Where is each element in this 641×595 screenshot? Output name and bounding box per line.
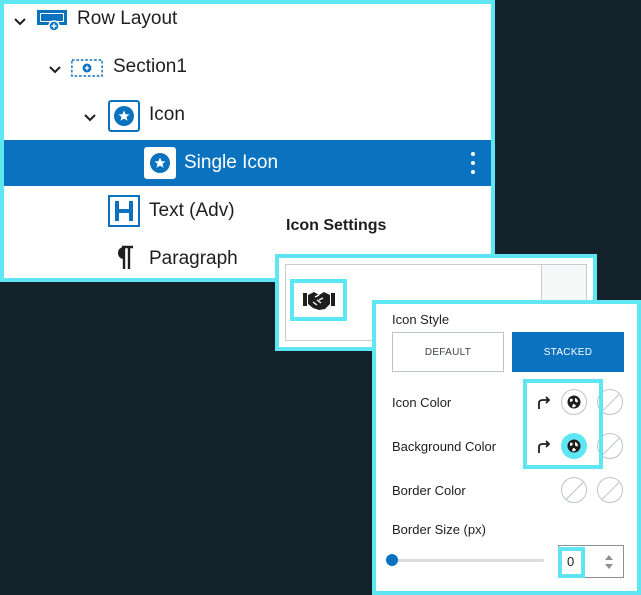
icon-style-label: Icon Style — [392, 312, 450, 327]
tree-item-label: Section1 — [113, 56, 187, 77]
chevron-down-icon[interactable] — [47, 61, 63, 77]
tree-item-label: Single Icon — [184, 152, 279, 173]
border-color-none-swatch[interactable] — [561, 477, 587, 503]
icon-color-label: Icon Color — [392, 395, 452, 410]
heading-icon — [108, 195, 140, 227]
color-controls-highlight — [523, 379, 603, 469]
tree-item-row-layout[interactable]: Row Layout — [4, 0, 491, 43]
more-options-icon[interactable] — [471, 151, 475, 175]
icon-block-icon — [108, 100, 140, 132]
background-color-label: Background Color — [392, 439, 497, 454]
tree-item-icon[interactable]: Icon — [4, 93, 491, 139]
tree-item-label: Paragraph — [149, 248, 238, 269]
tree-item-label: Text (Adv) — [149, 200, 235, 221]
paragraph-icon — [108, 242, 140, 274]
style-default-button[interactable]: DEFAULT — [392, 332, 504, 372]
border-size-slider-thumb[interactable] — [386, 554, 398, 566]
border-size-value[interactable]: 0 — [567, 554, 574, 569]
row-layout-icon — [36, 4, 68, 36]
icon-settings-heading: Icon Settings — [286, 217, 387, 234]
single-icon-block-icon — [144, 147, 176, 179]
tree-item-label: Icon — [149, 104, 185, 125]
tree-item-text-adv[interactable]: Text (Adv) — [4, 188, 491, 234]
tree-item-single-icon[interactable]: Single Icon — [4, 140, 491, 186]
tree-item-label: Row Layout — [77, 8, 178, 29]
handshake-icon — [302, 292, 335, 310]
spinner-arrows-icon[interactable] — [604, 553, 614, 571]
section-icon — [71, 52, 103, 84]
selected-icon-preview[interactable] — [290, 279, 347, 321]
chevron-down-icon[interactable] — [12, 13, 28, 29]
chevron-down-icon[interactable] — [82, 109, 98, 125]
style-stacked-button[interactable]: STACKED — [512, 332, 624, 372]
border-size-label: Border Size (px) — [392, 522, 486, 537]
border-color-none-swatch-2[interactable] — [597, 477, 623, 503]
border-color-label: Border Color — [392, 483, 466, 498]
tree-item-section1[interactable]: Section1 — [4, 45, 491, 91]
border-size-slider-track[interactable] — [392, 559, 544, 562]
